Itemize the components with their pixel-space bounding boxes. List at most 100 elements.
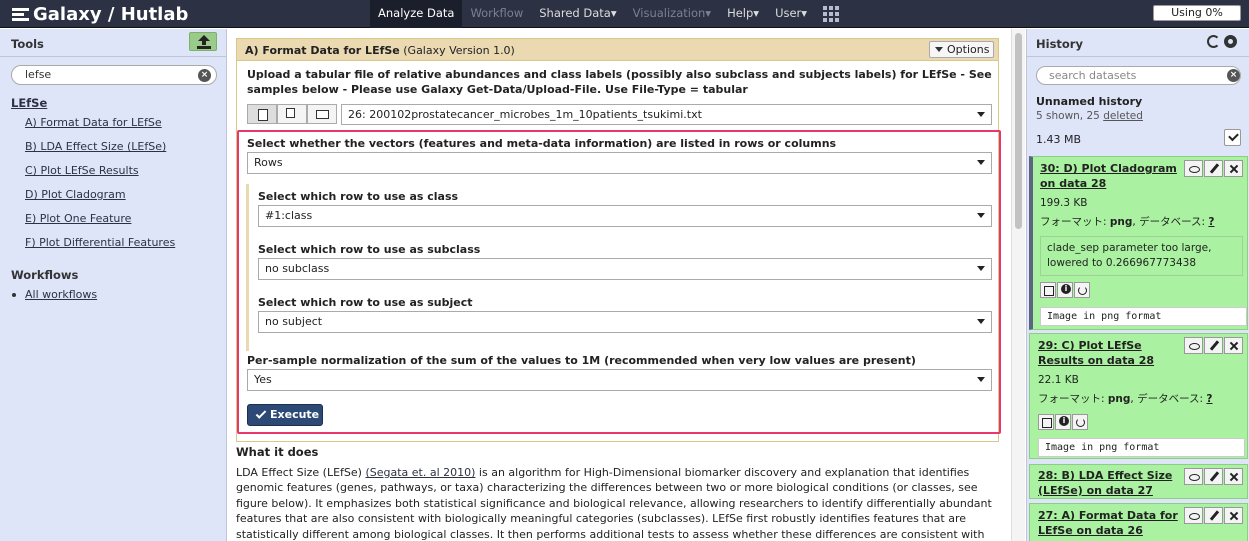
dataset-title[interactable]: 28: B) LDA Effect Size (LEfSe) on data 2… [1038,469,1188,498]
masthead: Galaxy / Hutlab Analyze Data Workflow Sh… [0,0,1249,28]
workflows-title: Workflows [11,268,79,282]
eye-icon[interactable] [1184,337,1203,354]
tool-link-plot-cladogram[interactable]: D) Plot Cladogram [25,188,126,201]
tool-section-lefse[interactable]: LEfSe [11,96,47,110]
tool-panel-title: Tools [11,37,44,51]
tool-link-plot-results[interactable]: C) Plot LEfSe Results [25,164,139,177]
files-icon [286,108,295,118]
check-icon [255,408,267,419]
dataset-peek: Image in png format [1038,438,1245,457]
dataset-size: 22.1 KB [1038,374,1079,386]
file-icon [258,109,268,121]
nav-shared-data[interactable]: Shared Data▾ [531,0,624,28]
rerun-icon[interactable] [1072,414,1088,430]
pencil-icon[interactable] [1204,507,1223,524]
help-title: What it does [236,445,319,459]
dataset-buttons [1183,337,1243,354]
input-file-label: Upload a tabular file of relative abunda… [247,68,992,96]
tool-form-title: A) Format Data for LEfSe (Galaxy Version… [245,44,515,57]
apps-grid-icon[interactable] [823,6,841,22]
normalization-select[interactable]: Yes [247,369,992,391]
caret-icon: ▾ [705,6,712,20]
pencil-icon[interactable] [1204,160,1223,177]
save-icon[interactable] [1038,414,1054,430]
dataset-actions [1040,282,1091,298]
eye-icon[interactable] [1184,160,1203,177]
nav-workflow[interactable]: Workflow [462,0,531,28]
delete-icon[interactable] [1224,507,1243,524]
dataset-title[interactable]: 30: D) Plot Cladogram on data 28 [1040,162,1185,191]
execute-button[interactable]: Execute [247,404,323,426]
history-dataset: 28: B) LDA Effect Size (LEfSe) on data 2… [1029,464,1248,499]
nav-help[interactable]: Help▾ [719,0,767,28]
nav-user[interactable]: User▾ [767,0,815,28]
tool-panel: Tools lefse × LEfSe A) Format Data for L… [0,29,227,541]
quota-meter: Using 0% [1153,5,1241,21]
dataset-buttons [1183,160,1243,177]
eye-icon[interactable] [1184,507,1203,524]
rerun-icon[interactable] [1074,282,1090,298]
dataset-size: 199.3 KB [1040,197,1088,209]
rows-columns-select[interactable]: Rows [247,152,992,174]
tool-search-input[interactable]: lefse [11,65,217,85]
select-items-button[interactable] [1224,129,1241,146]
dropdown-arrow-icon [977,266,985,271]
save-icon[interactable] [1040,282,1056,298]
dropdown-arrow-icon [977,160,985,165]
tool-link-plot-differential-features[interactable]: F) Plot Differential Features [25,236,175,249]
clear-search-icon[interactable]: × [1227,69,1240,82]
nav-analyze-data[interactable]: Analyze Data [370,0,463,28]
dataset-actions [1038,414,1089,430]
eye-icon[interactable] [1184,468,1203,485]
subclass-row-select[interactable]: no subclass [258,258,992,280]
dataset-buttons [1183,507,1243,524]
dataset-title[interactable]: 27: A) Format Data for LEfSe on data 26 [1038,509,1188,538]
input-dataset-select[interactable]: 26: 200102prostatecancer_microbes_1m_10p… [341,104,992,125]
normalization-label: Per-sample normalization of the sum of t… [247,354,916,367]
galaxy-logo-icon [12,6,29,23]
options-button[interactable]: Options [929,41,994,58]
tool-link-format-data[interactable]: A) Format Data for LEfSe [25,116,162,129]
single-dataset-button[interactable] [247,104,277,124]
pencil-icon[interactable] [1204,337,1223,354]
bullet-icon [12,293,16,297]
brand-logo[interactable]: Galaxy / Hutlab [12,2,188,26]
class-row-select[interactable]: #1:class [258,205,992,227]
database-link[interactable]: ? [1208,216,1214,228]
multiple-datasets-button[interactable] [277,104,307,124]
help-text: LDA Effect Size (LEfSe) (Segata et. al 2… [236,466,992,541]
main-nav: Analyze Data Workflow Shared Data▾ Visua… [370,0,849,28]
history-panel-header: History [1027,29,1249,57]
caret-icon: ▾ [610,6,617,20]
scrollbar-thumb[interactable] [1015,33,1022,229]
delete-icon[interactable] [1224,160,1243,177]
database-link[interactable]: ? [1206,393,1212,405]
all-workflows-link[interactable]: All workflows [25,288,97,301]
dataset-collection-button[interactable] [307,104,337,124]
info-icon[interactable] [1057,282,1073,298]
dataset-buttons [1183,468,1243,485]
dataset-peek: Image in png format [1040,307,1247,326]
pencil-icon[interactable] [1204,468,1223,485]
conditional-section-bar [246,184,249,351]
subject-row-select[interactable]: no subject [258,311,992,333]
citation-link[interactable]: (Segata et. al 2010) [365,466,475,479]
clear-search-icon[interactable]: × [198,69,211,82]
caret-icon: ▾ [753,6,760,20]
history-search-input[interactable]: search datasets [1036,66,1241,85]
tool-link-lda-effect-size[interactable]: B) LDA Effect Size (LEfSe) [25,140,166,153]
center-scrollbar[interactable] [1011,29,1025,541]
refresh-icon[interactable] [1207,35,1220,48]
gear-icon[interactable] [1224,35,1237,48]
deleted-link[interactable]: deleted [1103,110,1143,122]
upload-button[interactable] [189,32,217,51]
dataset-title[interactable]: 29: C) Plot LEfSe Results on data 28 [1038,339,1188,368]
delete-icon[interactable] [1224,337,1243,354]
dropdown-arrow-icon [977,213,985,218]
delete-icon[interactable] [1224,468,1243,485]
rows-columns-label: Select whether the vectors (features and… [247,137,837,150]
tool-link-plot-one-feature[interactable]: E) Plot One Feature [25,212,131,225]
nav-visualization[interactable]: Visualization▾ [625,0,719,28]
info-icon[interactable] [1055,414,1071,430]
history-name[interactable]: Unnamed history [1036,95,1142,108]
